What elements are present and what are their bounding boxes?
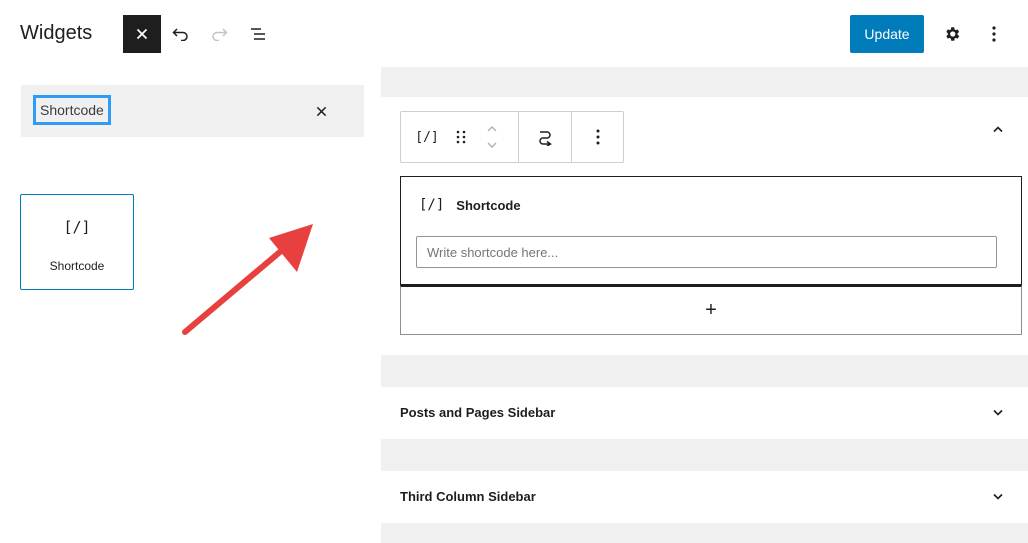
shortcode-icon: [/]	[415, 129, 439, 145]
transform-icon	[539, 131, 552, 146]
redo-button[interactable]	[206, 20, 232, 48]
widget-area-title: Third Column Sidebar	[400, 489, 536, 504]
block-inserter-panel: Shortcode [/] Shortcode	[0, 67, 381, 543]
chevron-up-down-icon	[487, 126, 497, 148]
shortcode-input[interactable]	[416, 236, 997, 268]
list-view-icon	[251, 28, 265, 40]
block-search-field[interactable]: Shortcode	[21, 85, 364, 137]
chevron-down-icon	[993, 409, 1003, 416]
block-result-shortcode[interactable]: [/] Shortcode	[20, 194, 134, 290]
block-type-button[interactable]: [/]	[407, 112, 447, 162]
close-icon	[136, 28, 148, 40]
shortcode-block-header: [/] Shortcode	[419, 197, 521, 213]
list-view-button[interactable]	[245, 20, 271, 48]
shortcode-icon: [/]	[63, 218, 91, 236]
more-vertical-icon	[596, 129, 600, 145]
settings-button[interactable]	[938, 20, 966, 48]
drag-handle[interactable]	[447, 112, 475, 162]
page-title: Widgets	[20, 22, 93, 44]
close-icon	[316, 106, 326, 116]
undo-button[interactable]	[168, 20, 194, 48]
widgets-editor-canvas: [/] [/] Shortcode Write shortcode here..…	[381, 67, 1028, 543]
widget-area-main: [/] [/] Shortcode Write shortcode here..…	[381, 97, 1028, 355]
chevron-down-icon	[993, 493, 1003, 500]
widget-area-title: Posts and Pages Sidebar	[400, 405, 556, 420]
shortcode-block[interactable]: [/] Shortcode	[400, 176, 1022, 285]
chevron-up-icon	[993, 126, 1003, 133]
block-result-label: Shortcode	[49, 259, 105, 273]
clear-search-button[interactable]	[308, 98, 334, 124]
update-button[interactable]: Update	[850, 15, 924, 53]
expand-widget-area-button[interactable]	[988, 403, 1008, 423]
more-vertical-icon	[992, 26, 996, 42]
shortcode-block-title: Shortcode	[456, 197, 521, 213]
expand-widget-area-button[interactable]	[988, 487, 1008, 507]
undo-icon	[172, 28, 188, 41]
add-block-button[interactable]: +	[400, 285, 1022, 335]
gear-icon	[946, 27, 960, 41]
move-up-down-buttons[interactable]	[477, 112, 507, 162]
widget-area-posts-pages-sidebar[interactable]: Posts and Pages Sidebar	[381, 387, 1028, 439]
plus-icon: +	[705, 299, 717, 321]
options-button[interactable]	[982, 20, 1006, 48]
header-toolbar: Widgets Update	[0, 0, 1028, 67]
widget-area-third-column-sidebar[interactable]: Third Column Sidebar	[381, 471, 1028, 523]
block-options-button[interactable]	[572, 112, 624, 162]
collapse-widget-area-button[interactable]	[986, 117, 1010, 141]
redo-icon	[212, 28, 228, 41]
shortcode-icon: [/]	[419, 197, 445, 213]
block-toolbar: [/]	[400, 111, 624, 163]
search-input[interactable]: Shortcode	[33, 95, 111, 125]
close-inserter-button[interactable]	[123, 15, 161, 53]
drag-handle-icon	[456, 130, 466, 144]
annotation-arrow	[182, 224, 313, 335]
transform-button[interactable]	[519, 112, 571, 162]
